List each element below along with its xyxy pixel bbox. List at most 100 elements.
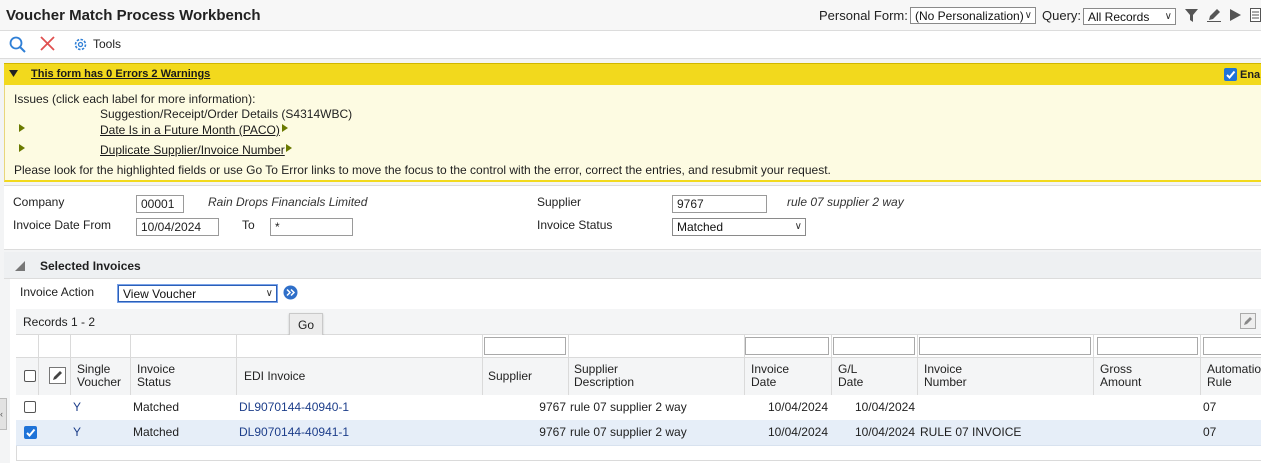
col-invoice-date[interactable]: Invoice Date [751, 363, 801, 389]
enable-label: Ena [1240, 69, 1261, 81]
cell-invoice-number: RULE 07 INVOICE [920, 425, 1022, 439]
filter-invoice-number[interactable] [919, 337, 1091, 355]
col-gross-amount[interactable]: Gross Amount [1100, 363, 1150, 389]
error-summary-link[interactable]: This form has 0 Errors 2 Warnings [31, 68, 210, 80]
tools-menu[interactable]: Tools [93, 37, 121, 51]
cell-gl-date: 10/04/2024 [854, 400, 915, 414]
page-title: Voucher Match Process Workbench [6, 7, 261, 24]
cell-invoice-status: Matched [133, 400, 180, 414]
grid-header-row: Single Voucher Invoice Status EDI Invoic… [16, 357, 1261, 396]
invoice-status-select[interactable]: Matched ∨ [672, 218, 806, 236]
col-edi-invoice[interactable]: EDI Invoice [244, 370, 305, 383]
filter-icon[interactable] [1185, 9, 1198, 22]
grid-edit-icon[interactable] [1240, 313, 1256, 329]
supplier-field[interactable]: 9767 [672, 195, 767, 213]
side-collapse-handle[interactable]: ‹ [0, 398, 7, 430]
issue-group-title: Suggestion/Receipt/Order Details (S4314W… [100, 107, 353, 121]
supplier-name: rule 07 supplier 2 way [787, 195, 904, 209]
filter-gl-date[interactable] [833, 337, 915, 355]
warning-link-duplicate[interactable]: Duplicate Supplier/Invoice Number [100, 143, 285, 157]
chevron-down-icon: ∨ [1024, 10, 1032, 21]
collapse-corner-icon[interactable] [15, 261, 25, 271]
filter-form: Company 00001 Rain Drops Financials Limi… [4, 185, 1261, 250]
cell-supplier: 9767 [539, 400, 566, 414]
go-to-error-icon[interactable] [282, 124, 288, 132]
col-invoice-number[interactable]: Invoice Number [924, 363, 974, 389]
expand-arrow-icon[interactable] [19, 144, 25, 152]
chevron-down-icon: ∨ [265, 288, 273, 299]
table-row[interactable]: Y Matched DL9070144-40940-1 9767 rule 07… [16, 395, 1261, 421]
row-edit-icon[interactable] [49, 367, 66, 384]
issues-intro: Issues (click each label for more inform… [14, 92, 256, 106]
records-bar: Records 1 - 2 [16, 309, 1261, 335]
gear-icon[interactable] [73, 37, 88, 52]
cell-invoice-status: Matched [133, 425, 180, 439]
invoice-status-label: Invoice Status [537, 218, 613, 232]
cell-gl-date: 10/04/2024 [854, 425, 915, 439]
title-bar: Voucher Match Process Workbench Personal… [0, 0, 1261, 31]
supplier-label: Supplier [537, 195, 582, 209]
invoice-action-select[interactable]: View Voucher ∨ [118, 285, 277, 302]
play-icon[interactable] [1230, 9, 1241, 21]
col-automation-rule[interactable]: Automation Rule [1207, 363, 1261, 389]
grid-filter-row [16, 335, 1261, 357]
records-count: Records 1 - 2 [23, 315, 96, 329]
query-select[interactable]: All Records ∨ [1083, 8, 1176, 25]
cell-invoice-date: 10/04/2024 [767, 425, 828, 439]
col-supplier[interactable]: Supplier [488, 370, 532, 383]
query-label: Query: [1042, 8, 1082, 23]
toolbar: Tools [0, 31, 1261, 59]
invoice-date-from-label: Invoice Date From [13, 218, 112, 232]
invoice-date-to-field[interactable]: * [270, 218, 353, 236]
col-invoice-status[interactable]: Invoice Status [137, 363, 187, 389]
company-field[interactable]: 00001 [136, 195, 184, 213]
checkmark-icon [26, 428, 36, 437]
warning-link-future-month[interactable]: Date Is in a Future Month (PACO) [100, 123, 280, 137]
checkmark-icon [1226, 70, 1236, 79]
col-single-voucher[interactable]: Single Voucher [77, 363, 125, 389]
error-details-panel: Issues (click each label for more inform… [4, 85, 1261, 182]
cell-edi-invoice-link[interactable]: DL9070144-40941-1 [239, 425, 349, 439]
cell-edi-invoice-link[interactable]: DL9070144-40940-1 [239, 400, 349, 414]
filter-supplier[interactable] [484, 337, 566, 355]
cell-supplier-description: rule 07 supplier 2 way [570, 425, 687, 439]
invoice-status-value: Matched [677, 220, 724, 234]
filter-gross-amount[interactable] [1097, 337, 1198, 355]
go-to-error-icon[interactable] [286, 144, 292, 152]
cell-single-voucher: Y [73, 425, 82, 439]
personal-form-label: Personal Form: [819, 8, 908, 23]
close-icon[interactable] [40, 36, 55, 51]
row-checkbox[interactable] [24, 426, 37, 439]
filter-invoice-date[interactable] [745, 337, 829, 355]
invoice-date-from-field[interactable]: 10/04/2024 [136, 218, 219, 236]
collapse-triangle-icon[interactable] [9, 70, 18, 77]
cell-automation-rule: 07 [1203, 400, 1217, 414]
filter-automation-rule[interactable] [1203, 337, 1261, 355]
to-label: To [242, 218, 255, 232]
selected-invoices-header[interactable]: Selected Invoices [4, 252, 1261, 279]
document-icon[interactable] [1250, 8, 1261, 22]
row-checkbox[interactable] [24, 401, 36, 413]
cell-single-voucher: Y [73, 400, 82, 414]
cell-supplier-description: rule 07 supplier 2 way [570, 400, 687, 414]
edit-icon[interactable] [1207, 8, 1221, 22]
company-label: Company [13, 195, 65, 209]
section-title: Selected Invoices [40, 259, 141, 273]
invoice-action-value: View Voucher [123, 287, 197, 301]
personal-form-select[interactable]: (No Personalization) ∨ [910, 7, 1036, 24]
cell-supplier: 9767 [539, 425, 566, 439]
query-value: All Records [1088, 10, 1150, 24]
company-name: Rain Drops Financials Limited [208, 195, 368, 209]
enable-checkbox[interactable] [1224, 68, 1237, 81]
search-icon[interactable] [9, 36, 26, 53]
table-row[interactable]: Y Matched DL9070144-40941-1 9767 rule 07… [16, 420, 1261, 446]
expand-arrow-icon[interactable] [19, 124, 25, 132]
go-tooltip: Go [289, 313, 323, 337]
col-gl-date[interactable]: G/L Date [838, 363, 868, 389]
select-all-checkbox[interactable] [24, 370, 36, 382]
go-button[interactable] [283, 285, 298, 300]
chevron-down-icon: ∨ [1164, 11, 1172, 22]
col-supplier-description[interactable]: Supplier Description [574, 363, 644, 389]
invoice-action-label: Invoice Action [20, 285, 95, 299]
chevron-down-icon: ∨ [794, 221, 802, 232]
